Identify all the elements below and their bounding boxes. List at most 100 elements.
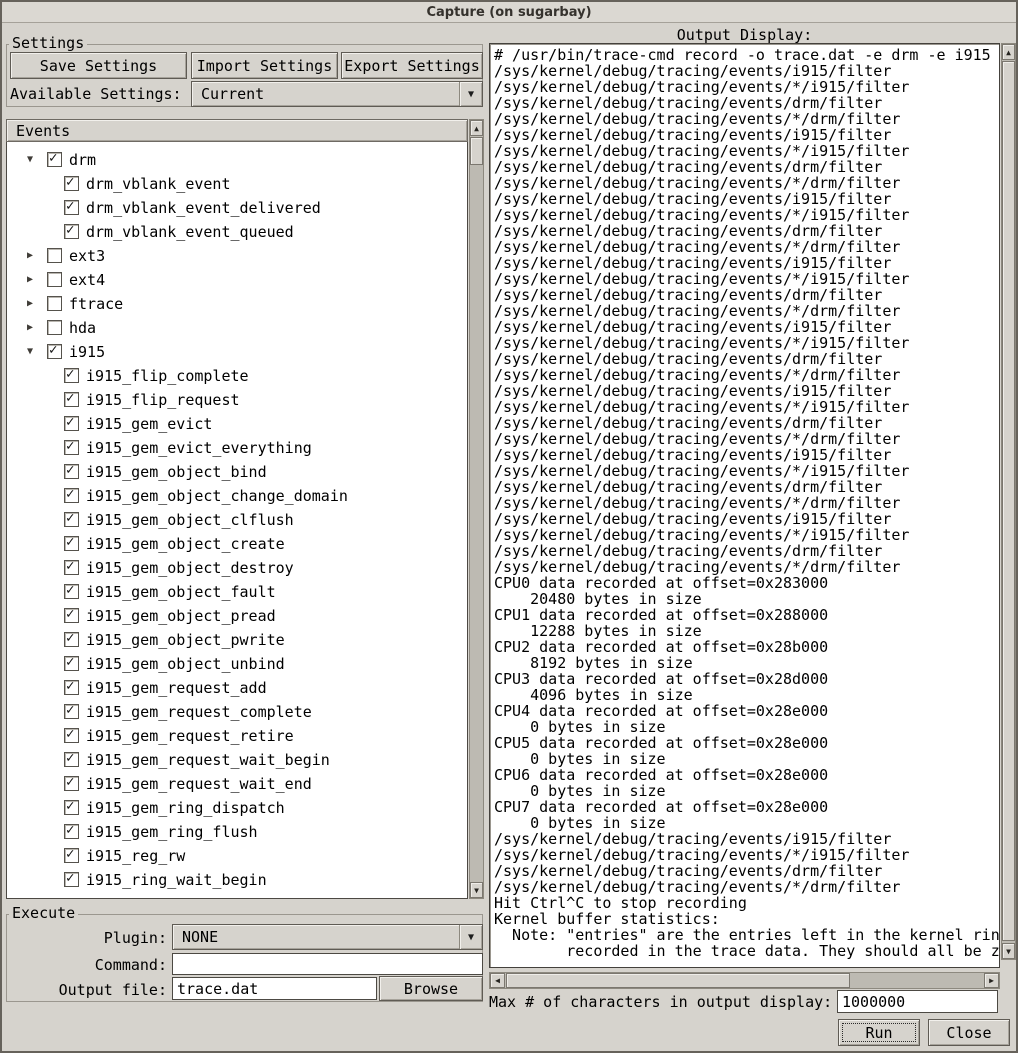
event-checkbox[interactable]: ✓ — [64, 368, 79, 383]
available-settings-combobox[interactable]: Current ▼ — [191, 81, 483, 107]
tree-row[interactable]: ▶ext3 — [7, 244, 467, 268]
tree-row[interactable]: ✓ i915_flip_complete — [7, 364, 467, 388]
save-settings-button[interactable]: Save Settings — [10, 52, 187, 79]
event-checkbox[interactable]: ✓ — [64, 416, 79, 431]
scroll-up-button[interactable]: ▲ — [1002, 44, 1015, 60]
event-checkbox[interactable]: ✓ — [64, 440, 79, 455]
tree-row[interactable]: ✓i915_reg_rw — [7, 844, 467, 868]
scroll-down-button[interactable]: ▼ — [470, 882, 483, 898]
scroll-right-button[interactable]: ▶ — [984, 973, 999, 988]
events-tree[interactable]: ▼✓drm✓drm_vblank_event✓drm_vblank_event_… — [6, 142, 468, 899]
event-checkbox[interactable]: ✓ — [64, 488, 79, 503]
event-checkbox[interactable]: ✓ — [64, 584, 79, 599]
tree-row[interactable]: ✓i915_gem_object_bind — [7, 460, 467, 484]
scroll-left-button[interactable]: ◀ — [490, 973, 505, 988]
save-settings-label: Save Settings — [40, 57, 157, 75]
tree-row[interactable]: ✓drm_vblank_event_queued — [7, 220, 467, 244]
output-hscrollbar-thumb[interactable] — [506, 973, 850, 988]
output-vertical-scrollbar[interactable]: ▲ ▼ — [1001, 43, 1016, 960]
event-checkbox[interactable]: ✓ — [64, 680, 79, 695]
output-display-text: # /usr/bin/trace-cmd record -o trace.dat… — [490, 44, 999, 959]
tree-row[interactable]: ✓i915_gem_object_unbind — [7, 652, 467, 676]
output-file-input[interactable] — [172, 977, 377, 1000]
event-checkbox[interactable]: ✓ — [64, 872, 79, 887]
event-checkbox[interactable]: ✓ — [47, 152, 62, 167]
tree-row[interactable]: ✓i915_gem_request_complete — [7, 700, 467, 724]
expander-closed-icon[interactable]: ▶ — [23, 298, 37, 309]
max-chars-input[interactable] — [837, 990, 998, 1013]
event-checkbox[interactable]: ✓ — [64, 752, 79, 767]
tree-row[interactable]: ▶hda — [7, 316, 467, 340]
tree-row[interactable]: ✓i915_gem_object_fault — [7, 580, 467, 604]
event-checkbox[interactable]: ✓ — [64, 800, 79, 815]
event-checkbox[interactable]: ✓ — [64, 848, 79, 863]
event-checkbox[interactable]: ✓ — [64, 704, 79, 719]
expander-closed-icon[interactable]: ▶ — [23, 250, 37, 261]
tree-row[interactable]: ▶ftrace — [7, 292, 467, 316]
expander-closed-icon[interactable]: ▶ — [23, 322, 37, 333]
browse-button[interactable]: Browse — [379, 976, 483, 1001]
tree-row[interactable]: ✓i915_gem_ring_flush — [7, 820, 467, 844]
tree-row[interactable]: ✓i915_gem_request_wait_begin — [7, 748, 467, 772]
event-checkbox[interactable]: ✓ — [64, 464, 79, 479]
tree-row[interactable]: ✓i915_flip_request — [7, 388, 467, 412]
event-checkbox[interactable]: ✓ — [64, 656, 79, 671]
event-checkbox[interactable]: ✓ — [64, 728, 79, 743]
scroll-up-button[interactable]: ▲ — [470, 120, 483, 136]
command-input[interactable] — [172, 953, 483, 975]
tree-row[interactable]: ✓i915_ring_wait_begin — [7, 868, 467, 892]
scroll-down-button[interactable]: ▼ — [1002, 943, 1015, 959]
tree-row[interactable]: ▼ ✓ i915 — [7, 340, 467, 364]
tree-row[interactable]: ✓i915_gem_request_retire — [7, 724, 467, 748]
tree-row[interactable]: ✓i915_gem_object_destroy — [7, 556, 467, 580]
expander-closed-icon[interactable]: ▶ — [23, 274, 37, 285]
tree-row[interactable]: ✓i915_gem_object_change_domain — [7, 484, 467, 508]
import-settings-button[interactable]: Import Settings — [191, 52, 338, 79]
event-checkbox[interactable]: ✓ — [64, 224, 79, 239]
plugin-combobox[interactable]: NONE ▼ — [172, 924, 483, 950]
events-scrollbar-thumb[interactable] — [470, 137, 483, 165]
tree-row[interactable]: ✓i915_gem_evict_everything — [7, 436, 467, 460]
event-checkbox[interactable]: ✓ — [64, 608, 79, 623]
tree-row[interactable]: ✓i915_gem_evict — [7, 412, 467, 436]
arrow-up-icon: ▲ — [1006, 48, 1011, 57]
tree-row[interactable]: ✓i915_gem_object_clflush — [7, 508, 467, 532]
event-checkbox[interactable]: ✓ — [64, 560, 79, 575]
event-checkbox[interactable]: ✓ — [64, 176, 79, 191]
event-checkbox[interactable]: ✓ — [64, 824, 79, 839]
close-button[interactable]: Close — [928, 1019, 1010, 1046]
tree-row[interactable]: ✓i915_gem_ring_dispatch — [7, 796, 467, 820]
event-checkbox[interactable]: ✓ — [64, 776, 79, 791]
tree-row[interactable]: ✓i915_gem_object_pwrite — [7, 628, 467, 652]
export-settings-button[interactable]: Export Settings — [341, 52, 483, 79]
tree-row[interactable]: ✓i915_gem_request_wait_end — [7, 772, 467, 796]
tree-row[interactable]: ▼✓drm — [7, 148, 467, 172]
event-checkbox[interactable] — [47, 248, 62, 263]
events-column-header[interactable]: Events — [6, 119, 468, 142]
tree-row[interactable]: ✓i915_gem_object_create — [7, 532, 467, 556]
event-checkbox[interactable]: ✓ — [64, 512, 79, 527]
tree-row[interactable]: ✓i915_gem_object_pread — [7, 604, 467, 628]
event-label: i915 — [69, 344, 105, 360]
event-label: i915_flip_complete — [86, 368, 249, 384]
expander-open-icon[interactable]: ▼ — [23, 154, 37, 165]
expander-open-icon[interactable]: ▼ — [23, 346, 37, 357]
event-checkbox[interactable] — [47, 296, 62, 311]
output-display[interactable]: # /usr/bin/trace-cmd record -o trace.dat… — [489, 43, 1000, 968]
event-checkbox[interactable]: ✓ — [64, 632, 79, 647]
event-checkbox[interactable]: ✓ — [47, 344, 62, 359]
tree-row[interactable]: ✓drm_vblank_event_delivered — [7, 196, 467, 220]
output-scrollbar-thumb[interactable] — [1002, 61, 1015, 941]
event-checkbox[interactable]: ✓ — [64, 200, 79, 215]
event-checkbox[interactable]: ✓ — [64, 392, 79, 407]
tree-row[interactable]: ▶ext4 — [7, 268, 467, 292]
event-checkbox[interactable] — [47, 272, 62, 287]
event-checkbox[interactable]: ✓ — [64, 536, 79, 551]
titlebar[interactable]: Capture (on sugarbay) — [2, 2, 1016, 23]
output-horizontal-scrollbar[interactable]: ◀ ▶ — [489, 972, 1000, 989]
events-vertical-scrollbar[interactable]: ▲ ▼ — [469, 119, 484, 899]
tree-row[interactable]: ✓drm_vblank_event — [7, 172, 467, 196]
tree-row[interactable]: ✓i915_gem_request_add — [7, 676, 467, 700]
run-button[interactable]: Run — [838, 1019, 920, 1046]
event-checkbox[interactable] — [47, 320, 62, 335]
